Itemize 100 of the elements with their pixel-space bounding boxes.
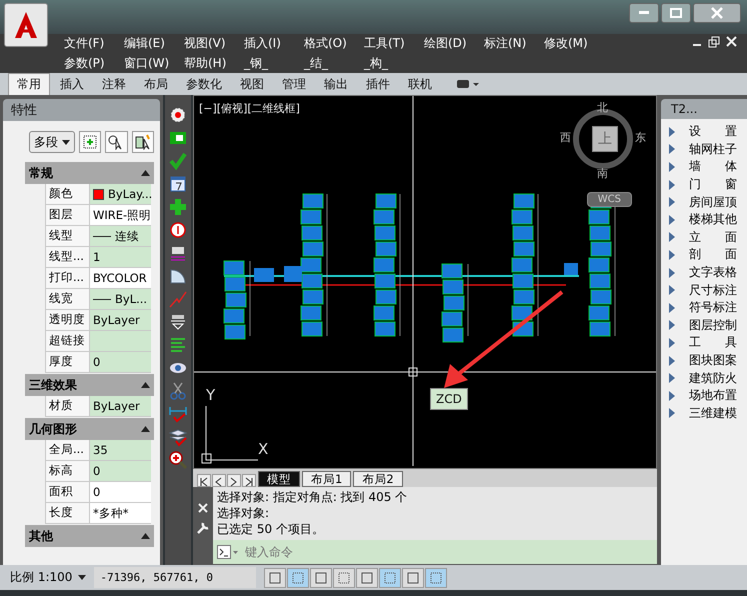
palette-item[interactable]: 设 置 xyxy=(661,123,747,141)
elevation-icon[interactable] xyxy=(168,312,188,332)
list-icon[interactable] xyxy=(168,335,188,355)
property-value[interactable]: 0 xyxy=(90,482,151,503)
property-value[interactable]: WIRE-照明 xyxy=(90,205,151,226)
property-value[interactable]: 连续 xyxy=(90,226,151,247)
maximize-button[interactable] xyxy=(661,3,691,23)
palette-item[interactable]: 符号标注 xyxy=(661,298,747,317)
palette-item[interactable]: 房间屋顶 xyxy=(661,193,747,211)
property-value[interactable]: ByLayer xyxy=(90,396,151,417)
drafting-toggle[interactable] xyxy=(287,568,310,588)
section-header[interactable]: 三维效果 xyxy=(25,374,154,396)
drafting-toggle[interactable] xyxy=(402,568,424,588)
property-value[interactable]: 1 xyxy=(90,247,151,268)
ribbon-tab[interactable]: 插入 xyxy=(52,74,92,94)
dropdown-icon[interactable] xyxy=(456,78,480,90)
property-value[interactable]: 0 xyxy=(90,461,151,482)
ribbon-tab[interactable]: 参数化 xyxy=(178,74,230,94)
drafting-toggle[interactable] xyxy=(356,568,378,588)
viewport-label[interactable]: [−][俯视][二维线框] xyxy=(199,101,300,116)
property-value[interactable]: *多种* xyxy=(90,503,151,524)
dimension-icon[interactable] xyxy=(168,404,188,424)
menu-item[interactable]: _结_ xyxy=(300,54,360,74)
section-header[interactable]: 其他 xyxy=(25,525,154,547)
calendar-icon[interactable] xyxy=(168,174,188,194)
object-type-dropdown[interactable]: 多段 xyxy=(29,131,75,153)
property-value[interactable]: BYCOLOR xyxy=(90,268,151,289)
palette-item[interactable]: 建筑防火 xyxy=(661,369,747,387)
menu-item[interactable]: 编辑(E) xyxy=(120,34,180,54)
menu-item[interactable]: _构_ xyxy=(360,54,420,74)
menu-item[interactable]: 文件(F) xyxy=(60,34,120,54)
minimize-button[interactable] xyxy=(629,3,659,23)
quick-select-button[interactable] xyxy=(79,131,102,153)
command-input-field[interactable]: 键入命令 xyxy=(243,544,447,560)
drafting-toggle[interactable] xyxy=(379,568,402,588)
tab-scroll-button[interactable] xyxy=(227,474,241,487)
ribbon-tab[interactable]: 管理 xyxy=(274,74,314,94)
plus-icon[interactable] xyxy=(168,197,188,217)
ribbon-tab[interactable]: 输出 xyxy=(316,74,356,94)
layout-tab[interactable]: 模型 xyxy=(258,471,300,487)
wrench-icon[interactable] xyxy=(196,521,210,535)
section-header[interactable]: 常规 xyxy=(25,162,154,184)
menu-item[interactable]: 修改(M) xyxy=(540,34,600,54)
ribbon-tab[interactable]: 常用 xyxy=(8,72,50,96)
palette-item[interactable]: 尺寸标注 xyxy=(661,281,747,299)
palette-item[interactable]: 剖 面 xyxy=(661,246,747,264)
tab-scroll-button[interactable] xyxy=(212,474,226,487)
scissors-icon[interactable] xyxy=(168,381,188,401)
ribbon-tab[interactable]: 布局 xyxy=(136,74,176,94)
toggle-pickadd-button[interactable] xyxy=(132,131,154,153)
section-header[interactable]: 几何图形 xyxy=(25,418,154,440)
property-value[interactable]: 35 xyxy=(90,440,151,461)
menu-item[interactable]: 参数(P) xyxy=(60,54,120,74)
drafting-toggle[interactable] xyxy=(264,568,286,588)
close-button[interactable] xyxy=(693,3,741,23)
property-value[interactable]: ByLayer xyxy=(90,310,151,331)
menu-item[interactable]: 格式(O) xyxy=(300,34,360,54)
zoom-icon[interactable] xyxy=(168,450,188,470)
menu-item[interactable]: 绘图(D) xyxy=(420,34,480,54)
circle-number-icon[interactable] xyxy=(168,220,188,240)
menu-item[interactable]: _钢_ xyxy=(240,54,300,74)
drafting-toggle[interactable] xyxy=(333,568,356,588)
property-value[interactable]: 0 xyxy=(90,352,151,373)
tab-scroll-button[interactable] xyxy=(242,474,256,487)
palette-item[interactable]: 场地布置 xyxy=(661,386,747,404)
ucs-menu-button[interactable]: WCS xyxy=(586,192,632,207)
drafting-toggle[interactable] xyxy=(425,568,448,588)
layout-tab[interactable]: 布局1 xyxy=(302,471,352,487)
gear-icon[interactable] xyxy=(168,105,188,125)
close-icon[interactable] xyxy=(198,503,208,513)
property-value[interactable]: ByLay... xyxy=(90,184,151,205)
menu-item[interactable]: 窗口(W) xyxy=(120,54,180,74)
restore-icon[interactable] xyxy=(708,36,720,48)
palette-item[interactable]: 文字表格 xyxy=(661,264,747,282)
palette-item[interactable]: 楼梯其他 xyxy=(661,210,747,229)
ribbon-tab[interactable]: 联机 xyxy=(400,74,440,94)
tab-scroll-button[interactable] xyxy=(197,474,211,487)
checkmark-icon[interactable] xyxy=(168,151,188,171)
ribbon-tab[interactable]: 注释 xyxy=(94,74,134,94)
close-icon[interactable] xyxy=(726,36,737,47)
command-line-field[interactable]: 键入命令 xyxy=(213,540,657,564)
menu-item[interactable]: 工具(T) xyxy=(360,34,420,54)
property-value[interactable]: ByL... xyxy=(90,289,151,310)
layers-icon[interactable] xyxy=(168,427,188,447)
ribbon-tab[interactable]: 视图 xyxy=(232,74,272,94)
ribbon-tab[interactable]: 插件 xyxy=(358,74,398,94)
palette-item[interactable]: 轴网柱子 xyxy=(661,140,747,158)
palette-item[interactable]: 工 具 xyxy=(661,334,747,352)
menu-item[interactable]: 插入(I) xyxy=(240,34,300,54)
palette-item[interactable]: 图层控制 xyxy=(661,316,747,334)
application-menu-button[interactable] xyxy=(4,3,48,47)
select-objects-button[interactable] xyxy=(105,131,128,153)
layout-tab[interactable]: 布局2 xyxy=(353,471,403,487)
palette-item[interactable]: 墙 体 xyxy=(661,158,747,176)
menu-item[interactable]: 视图(V) xyxy=(180,34,240,54)
palette-item[interactable]: 立 面 xyxy=(661,228,747,246)
palette-item[interactable]: 三维建模 xyxy=(661,404,747,422)
menu-item[interactable]: 标注(N) xyxy=(480,34,540,54)
drafting-toggle[interactable] xyxy=(310,568,332,588)
menu-item[interactable]: 帮助(H) xyxy=(180,54,240,74)
